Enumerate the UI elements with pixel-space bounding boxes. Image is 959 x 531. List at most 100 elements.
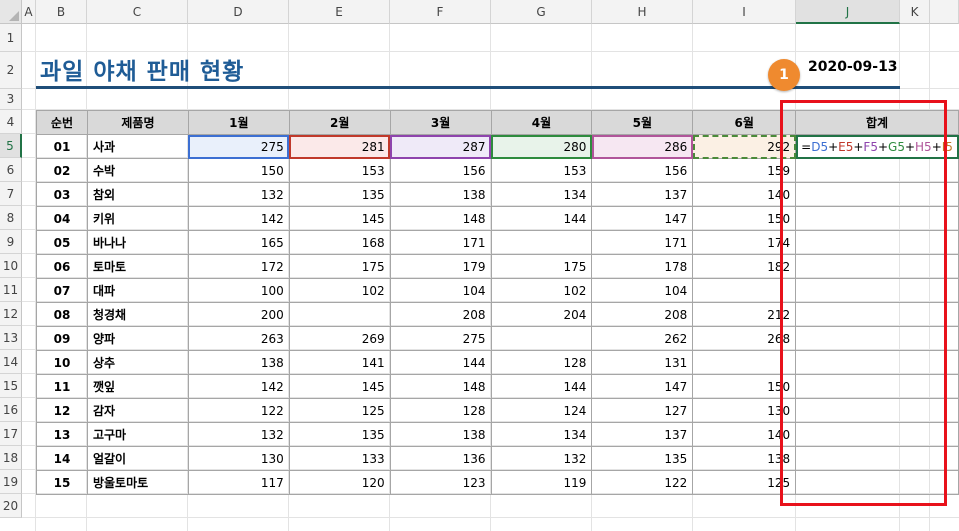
product-cell[interactable]: 깻잎 — [86, 374, 189, 399]
month-value-cell[interactable]: 130 — [187, 446, 290, 471]
header-cell[interactable]: 4월 — [490, 110, 593, 135]
total-cell[interactable] — [795, 182, 959, 207]
product-cell[interactable]: 상추 — [86, 350, 189, 375]
row-header-7[interactable]: 7 — [0, 182, 22, 206]
month-value-cell[interactable]: 280 — [490, 134, 593, 159]
header-cell[interactable]: 합계 — [795, 110, 959, 135]
row-header-6[interactable]: 6 — [0, 158, 22, 182]
month-value-cell[interactable]: 204 — [490, 302, 593, 327]
serial-cell[interactable]: 02 — [36, 158, 88, 183]
month-value-cell[interactable]: 130 — [692, 398, 797, 423]
month-value-cell[interactable]: 144 — [490, 206, 593, 231]
row-header-14[interactable]: 14 — [0, 350, 22, 374]
month-value-cell[interactable]: 174 — [692, 230, 797, 255]
month-value-cell[interactable]: 104 — [591, 278, 694, 303]
row-header-11[interactable]: 11 — [0, 278, 22, 302]
month-value-cell[interactable]: 142 — [187, 374, 290, 399]
total-cell[interactable] — [795, 326, 959, 351]
serial-cell[interactable]: 06 — [36, 254, 88, 279]
month-value-cell[interactable]: 182 — [692, 254, 797, 279]
month-value-cell[interactable]: 150 — [692, 206, 797, 231]
row-header-2[interactable]: 2 — [0, 52, 22, 89]
row-header-1[interactable]: 1 — [0, 24, 22, 52]
month-value-cell[interactable]: 141 — [288, 350, 391, 375]
row-header-16[interactable]: 16 — [0, 398, 22, 422]
month-value-cell[interactable] — [288, 302, 391, 327]
row-header-10[interactable]: 10 — [0, 254, 22, 278]
row-header-18[interactable]: 18 — [0, 446, 22, 470]
serial-cell[interactable]: 04 — [36, 206, 88, 231]
header-cell[interactable]: 순번 — [36, 110, 88, 135]
column-header-j[interactable]: J — [796, 0, 900, 24]
column-header-k[interactable]: K — [900, 0, 930, 24]
month-value-cell[interactable]: 132 — [187, 422, 290, 447]
month-value-cell[interactable]: 120 — [288, 470, 391, 495]
month-value-cell[interactable]: 140 — [692, 182, 797, 207]
month-value-cell[interactable]: 150 — [692, 374, 797, 399]
month-value-cell[interactable]: 132 — [490, 446, 593, 471]
month-value-cell[interactable]: 125 — [288, 398, 391, 423]
total-cell[interactable] — [795, 398, 959, 423]
month-value-cell[interactable]: 140 — [692, 422, 797, 447]
select-all-corner[interactable] — [0, 0, 22, 24]
month-value-cell[interactable]: 168 — [288, 230, 391, 255]
total-cell[interactable] — [795, 254, 959, 279]
column-header-c[interactable]: C — [87, 0, 188, 24]
total-cell[interactable] — [795, 302, 959, 327]
serial-cell[interactable]: 01 — [36, 134, 88, 159]
month-value-cell[interactable]: 138 — [692, 446, 797, 471]
month-value-cell[interactable]: 150 — [187, 158, 290, 183]
month-value-cell[interactable]: 171 — [591, 230, 694, 255]
month-value-cell[interactable]: 263 — [187, 326, 290, 351]
total-cell[interactable] — [795, 230, 959, 255]
month-value-cell[interactable]: 156 — [591, 158, 694, 183]
month-value-cell[interactable]: 153 — [490, 158, 593, 183]
month-value-cell[interactable]: 142 — [187, 206, 290, 231]
row-header-4[interactable]: 4 — [0, 110, 22, 134]
month-value-cell[interactable]: 179 — [389, 254, 492, 279]
month-value-cell[interactable]: 147 — [591, 206, 694, 231]
header-cell[interactable]: 1월 — [187, 110, 290, 135]
month-value-cell[interactable]: 156 — [389, 158, 492, 183]
total-cell[interactable] — [795, 422, 959, 447]
product-cell[interactable]: 양파 — [86, 326, 189, 351]
header-cell[interactable]: 5월 — [591, 110, 694, 135]
month-value-cell[interactable]: 153 — [288, 158, 391, 183]
month-value-cell[interactable]: 125 — [692, 470, 797, 495]
month-value-cell[interactable]: 275 — [187, 134, 290, 159]
row-header-17[interactable]: 17 — [0, 422, 22, 446]
row-header-5[interactable]: 5 — [0, 134, 22, 158]
column-header-i[interactable]: I — [693, 0, 796, 24]
row-header-9[interactable]: 9 — [0, 230, 22, 254]
serial-cell[interactable]: 05 — [36, 230, 88, 255]
product-cell[interactable]: 청경채 — [86, 302, 189, 327]
column-header-d[interactable]: D — [188, 0, 289, 24]
month-value-cell[interactable]: 292 — [692, 134, 797, 159]
product-cell[interactable]: 참외 — [86, 182, 189, 207]
month-value-cell[interactable]: 138 — [389, 182, 492, 207]
month-value-cell[interactable]: 119 — [490, 470, 593, 495]
month-value-cell[interactable]: 286 — [591, 134, 694, 159]
row-header-3[interactable]: 3 — [0, 89, 22, 110]
column-header-h[interactable]: H — [592, 0, 693, 24]
total-cell[interactable] — [795, 470, 959, 495]
serial-cell[interactable]: 14 — [36, 446, 88, 471]
row-header-12[interactable]: 12 — [0, 302, 22, 326]
product-cell[interactable]: 방울토마토 — [86, 470, 189, 495]
month-value-cell[interactable]: 124 — [490, 398, 593, 423]
product-cell[interactable]: 고구마 — [86, 422, 189, 447]
product-cell[interactable]: 바나나 — [86, 230, 189, 255]
row-header-13[interactable]: 13 — [0, 326, 22, 350]
month-value-cell[interactable]: 127 — [591, 398, 694, 423]
month-value-cell[interactable]: 171 — [389, 230, 492, 255]
month-value-cell[interactable]: 122 — [591, 470, 694, 495]
row-header-8[interactable]: 8 — [0, 206, 22, 230]
month-value-cell[interactable]: 175 — [288, 254, 391, 279]
month-value-cell[interactable]: 269 — [288, 326, 391, 351]
serial-cell[interactable]: 03 — [36, 182, 88, 207]
serial-cell[interactable]: 09 — [36, 326, 88, 351]
month-value-cell[interactable]: 137 — [591, 422, 694, 447]
serial-cell[interactable]: 13 — [36, 422, 88, 447]
row-header-20[interactable]: 20 — [0, 494, 22, 518]
month-value-cell[interactable]: 134 — [490, 422, 593, 447]
